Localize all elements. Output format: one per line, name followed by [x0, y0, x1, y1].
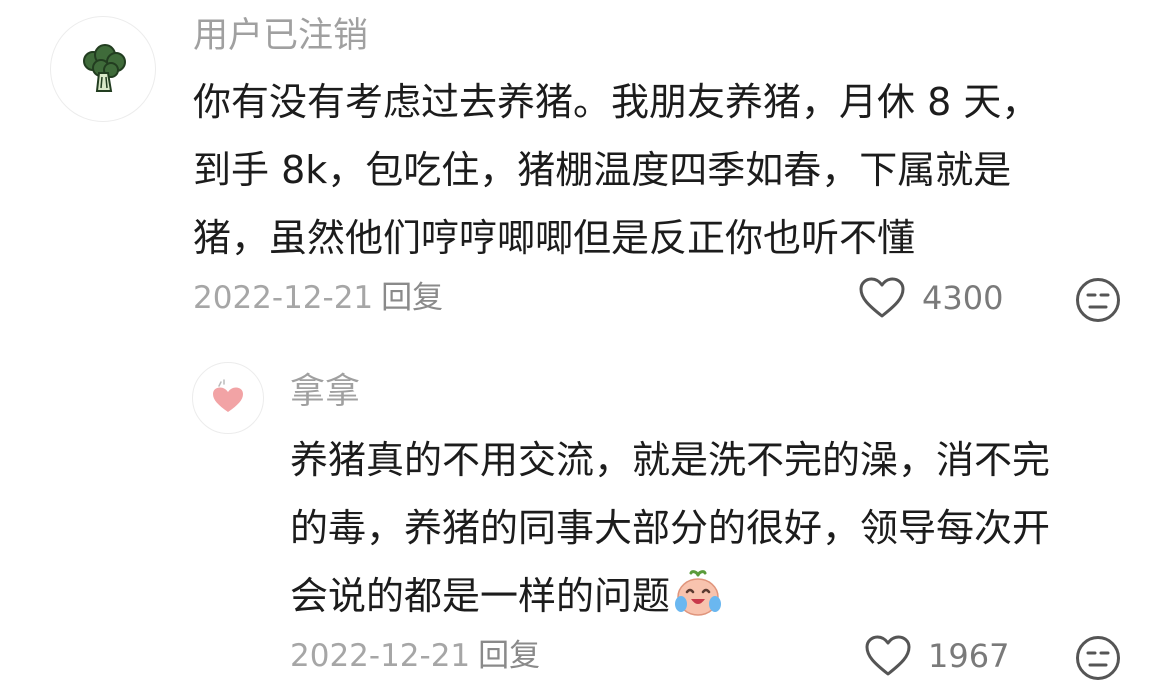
comment-meta: 2022-12-21 回复 — [290, 636, 540, 676]
comment-line: 到手 8k，包吃住，猪棚温度四季如春，下属就是 — [193, 148, 1012, 192]
comment-line: 养猪真的不用交流，就是洗不完的澡，消不完 — [290, 438, 1051, 482]
comment-line: 猪，虽然他们哼哼唧唧但是反正你也听不懂 — [193, 216, 916, 260]
like-count: 1967 — [928, 637, 1010, 675]
comment-date: 2022-12-21 — [193, 280, 374, 316]
broccoli-icon — [75, 41, 131, 97]
like-button[interactable]: 4300 — [858, 276, 1003, 320]
meh-face-icon[interactable] — [1074, 276, 1122, 324]
comment-line: 会说的都是一样的问题 — [290, 574, 671, 618]
comment-meta: 2022-12-21 回复 — [193, 278, 443, 318]
reply-button[interactable]: 回复 — [478, 638, 540, 674]
comment-date: 2022-12-21 — [290, 638, 471, 674]
pink-heart-icon — [208, 378, 248, 418]
comment-text: 你有没有考虑过去养猪。我朋友养猪，月休 8 天， 到手 8k，包吃住，猪棚温度四… — [193, 68, 1039, 272]
meh-face-icon[interactable] — [1074, 634, 1122, 682]
avatar[interactable] — [192, 362, 264, 434]
crying-laughing-emoji — [672, 569, 724, 640]
reply-button[interactable]: 回复 — [381, 280, 443, 316]
username[interactable]: 拿拿 — [290, 372, 360, 412]
heart-icon — [864, 634, 912, 678]
comment-line-with-emoji: 会说的都是一样的问题 — [290, 562, 1050, 640]
username[interactable]: 用户已注销 — [193, 16, 368, 56]
like-button[interactable]: 1967 — [864, 634, 1009, 678]
comment-line: 你有没有考虑过去养猪。我朋友养猪，月休 8 天， — [193, 80, 1040, 124]
avatar[interactable] — [50, 16, 156, 122]
heart-icon — [858, 276, 906, 320]
comment-text: 养猪真的不用交流，就是洗不完的澡，消不完 的毒，养猪的同事大部分的很好，领导每次… — [290, 426, 1050, 640]
like-count: 4300 — [922, 279, 1004, 317]
comment-line: 的毒，养猪的同事大部分的很好，领导每次开 — [290, 506, 1051, 550]
